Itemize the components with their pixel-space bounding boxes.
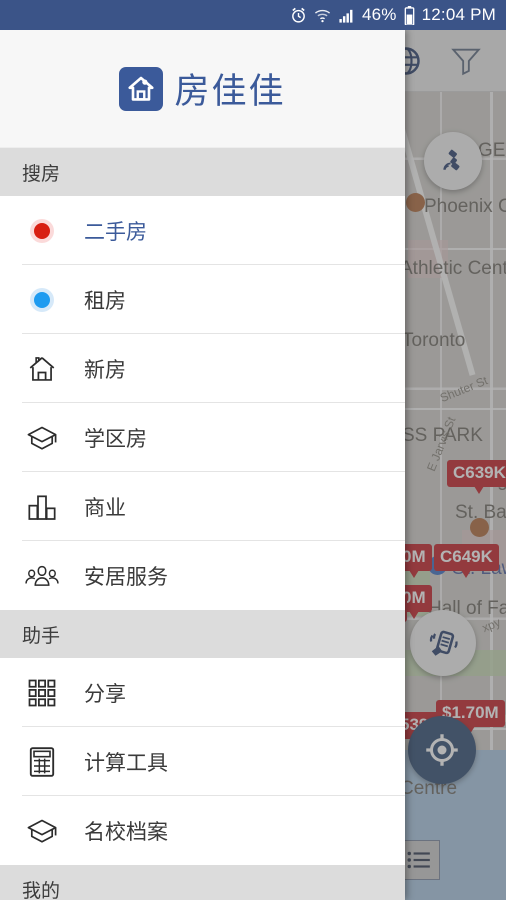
menu-item-rental[interactable]: 租房: [0, 265, 405, 334]
battery-percent-label: 46%: [362, 5, 397, 24]
menu-item-label: 学区房: [84, 426, 147, 451]
section-header-search: 搜房: [0, 148, 405, 196]
menu-item-calculator[interactable]: 计算工具: [0, 727, 405, 796]
menu-item-label: 商业: [84, 495, 126, 520]
menu-item-label: 名校档案: [84, 819, 168, 844]
section-header-mine: 我的: [0, 865, 405, 900]
menu-item-label: 新房: [84, 357, 126, 382]
menu-item-share[interactable]: 分享: [0, 658, 405, 727]
status-bar: 46% 12:04 PM: [0, 0, 506, 30]
house-outline-icon: [22, 353, 62, 385]
wifi-icon: [314, 7, 331, 24]
menu-item-label: 安居服务: [84, 564, 168, 589]
bar-chart-icon: [22, 492, 62, 522]
graduation-cap-icon: [22, 815, 62, 847]
drawer-header: 房佳佳: [0, 30, 405, 148]
menu-item-label: 分享: [84, 681, 126, 706]
menu-item-newhouse[interactable]: 新房: [0, 334, 405, 403]
menu-item-label: 二手房: [84, 219, 147, 244]
house-logo-icon: [119, 66, 164, 111]
red-dot-icon: [22, 218, 62, 243]
grid-dots-icon: [22, 678, 62, 708]
navigation-drawer: 房佳佳 搜房 二手房 租房 新房 学区房 商业 安居服务 助手 分享 计算工具 …: [0, 30, 405, 900]
graduation-cap-icon: [22, 422, 62, 454]
menu-item-settlement-service[interactable]: 安居服务: [0, 541, 405, 610]
alarm-clock-icon: [290, 7, 307, 24]
people-group-icon: [22, 562, 62, 590]
blue-dot-icon: [22, 287, 62, 312]
menu-item-school-district[interactable]: 学区房: [0, 403, 405, 472]
menu-item-secondhand[interactable]: 二手房: [0, 196, 405, 265]
menu-item-label: 租房: [84, 288, 126, 313]
calculator-icon: [22, 746, 62, 778]
menu-item-school-archive[interactable]: 名校档案: [0, 796, 405, 865]
signal-bars-icon: [338, 7, 355, 24]
menu-item-label: 计算工具: [84, 750, 168, 775]
battery-icon: [404, 5, 415, 25]
section-header-assistant: 助手: [0, 610, 405, 658]
app-title: 房佳佳: [174, 72, 286, 112]
menu-item-commercial[interactable]: 商业: [0, 472, 405, 541]
clock-label: 12:04 PM: [421, 5, 496, 24]
